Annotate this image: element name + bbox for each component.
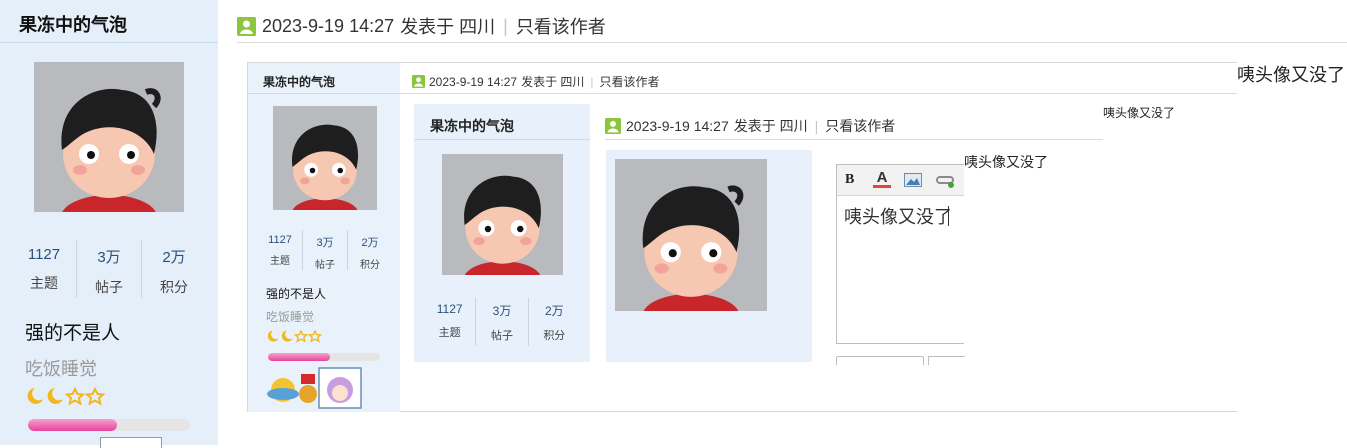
only-author-link[interactable]: 只看该作者 [825, 116, 895, 136]
link-button[interactable] [936, 174, 956, 188]
avatar-boy-image [615, 159, 767, 311]
avatar-boy-image [34, 62, 184, 212]
embedded-level-bar [268, 353, 380, 361]
embedded-avatar[interactable] [273, 106, 377, 210]
embedded-header-divider [400, 93, 1237, 94]
post-content-text: 咦头像又没了 [1237, 65, 1345, 85]
author-name-bar: 果冻中的气泡 [0, 0, 218, 43]
stat-topics[interactable]: 1127 主题 [424, 298, 475, 346]
stat-value: 2万 [544, 304, 564, 318]
medal-frame [100, 437, 162, 448]
rank-stars-icon [27, 386, 105, 406]
stat-posts[interactable]: 3万帖子 [302, 230, 347, 271]
stat-credits-value: 2万 [162, 249, 186, 266]
medal-badges[interactable] [267, 366, 363, 410]
nested-post-meta: 2023-9-19 14:27 发表于 四川 | 只看该作者 [605, 116, 895, 136]
stat-posts[interactable]: 3万 帖子 [76, 240, 141, 298]
stat-credits-label: 积分 [160, 279, 188, 295]
meta-separator: | [503, 15, 508, 36]
font-color-button[interactable]: A [873, 169, 891, 189]
author-stats: 1127 主题 3万 帖子 2万 积分 [12, 240, 206, 298]
bold-button[interactable]: B [845, 172, 854, 188]
user-icon [412, 75, 425, 88]
embedded-stats: 1127 主题 3万帖子 2万积分 [258, 230, 392, 271]
nested-post-content: 咦头像又没了 [964, 154, 1048, 170]
meta-separator: | [814, 118, 819, 134]
level-progress-bar [28, 419, 190, 431]
editor-button-1[interactable] [836, 356, 924, 365]
medal-icons [267, 367, 362, 409]
stat-credits[interactable]: 2万积分 [527, 298, 580, 346]
embedded-rank-subtitle: 吃饭睡觉 [266, 310, 315, 324]
link-icon [936, 176, 954, 188]
post-location: 发表于 四川 [733, 118, 808, 134]
text-caret [948, 206, 949, 226]
editor-text[interactable]: 咦头像又没了 [844, 203, 952, 229]
stat-credits[interactable]: 2万积分 [347, 230, 392, 271]
stat-label: 主题 [438, 327, 461, 339]
stat-posts[interactable]: 3万帖子 [475, 298, 527, 346]
image-icon [904, 173, 922, 187]
stat-value: 1127 [436, 302, 463, 316]
post-meta: 2023-9-19 14:27 发表于 四川 | 只看该作者 [237, 13, 606, 39]
stat-value: 3万 [492, 304, 512, 318]
rank-subtitle: 吃饭睡觉 [25, 359, 97, 379]
only-author-link[interactable]: 只看该作者 [516, 13, 606, 39]
nested-stats: 1127 主题 3万帖子 2万积分 [424, 298, 580, 346]
avatar-boy-image [442, 154, 563, 275]
stat-topics-label: 主题 [30, 275, 58, 291]
stat-topics[interactable]: 1127 主题 [12, 240, 76, 298]
rank-stars-icon [267, 329, 322, 343]
only-author-link[interactable]: 只看该作者 [600, 73, 660, 90]
nested-author-name[interactable]: 果冻中的气泡 [430, 116, 514, 136]
stat-topics[interactable]: 1127 主题 [258, 230, 302, 270]
stat-label: 积分 [543, 330, 566, 342]
post-date: 2023-9-19 14:27 [262, 15, 395, 36]
user-icon [237, 16, 256, 36]
post-location: 发表于 四川 [400, 17, 496, 37]
avatar-boy-image [273, 106, 377, 210]
embedded-post-content: 咦头像又没了 [1103, 106, 1176, 120]
font-color-letter: A [876, 169, 888, 186]
stat-value: 3万 [316, 237, 334, 249]
embedded-rank-stars [266, 329, 322, 343]
user-icon [605, 118, 621, 134]
stat-label: 积分 [360, 260, 380, 271]
image-button[interactable] [904, 173, 922, 187]
meta-separator: | [590, 74, 594, 89]
post-date: 2023-9-19 14:27 [626, 118, 729, 134]
stat-posts-label: 帖子 [95, 279, 123, 295]
post-location: 发表于 四川 [521, 75, 585, 89]
stat-label: 帖子 [315, 260, 335, 271]
embedded-rank-title: 强的不是人 [266, 287, 327, 301]
nested-header-divider [605, 139, 1103, 140]
author-name[interactable]: 果冻中的气泡 [19, 11, 127, 37]
stat-posts-value: 3万 [97, 249, 121, 266]
rank-stars [25, 386, 105, 406]
post-header-divider [237, 42, 1347, 43]
level-progress-fill [268, 353, 330, 361]
post-date: 2023-9-19 14:27 [429, 74, 518, 89]
stat-credits[interactable]: 2万 积分 [141, 240, 206, 298]
stat-value: 2万 [361, 237, 379, 249]
deep-avatar[interactable] [615, 159, 767, 311]
nested-name-divider [414, 139, 590, 140]
embedded-post-meta: 2023-9-19 14:27 发表于 四川 | 只看该作者 [412, 73, 660, 90]
stat-label: 主题 [270, 256, 290, 267]
embedded-name-divider [248, 93, 400, 94]
avatar[interactable] [34, 62, 184, 212]
rank-title: 强的不是人 [25, 323, 121, 344]
editor-button-2[interactable] [928, 356, 965, 365]
stat-value: 1127 [268, 234, 292, 246]
level-progress-fill [28, 419, 118, 431]
stat-topics-value: 1127 [27, 246, 61, 263]
embedded-author-name[interactable]: 果冻中的气泡 [263, 73, 335, 90]
nested-avatar[interactable] [442, 154, 563, 275]
stat-label: 帖子 [490, 330, 513, 342]
